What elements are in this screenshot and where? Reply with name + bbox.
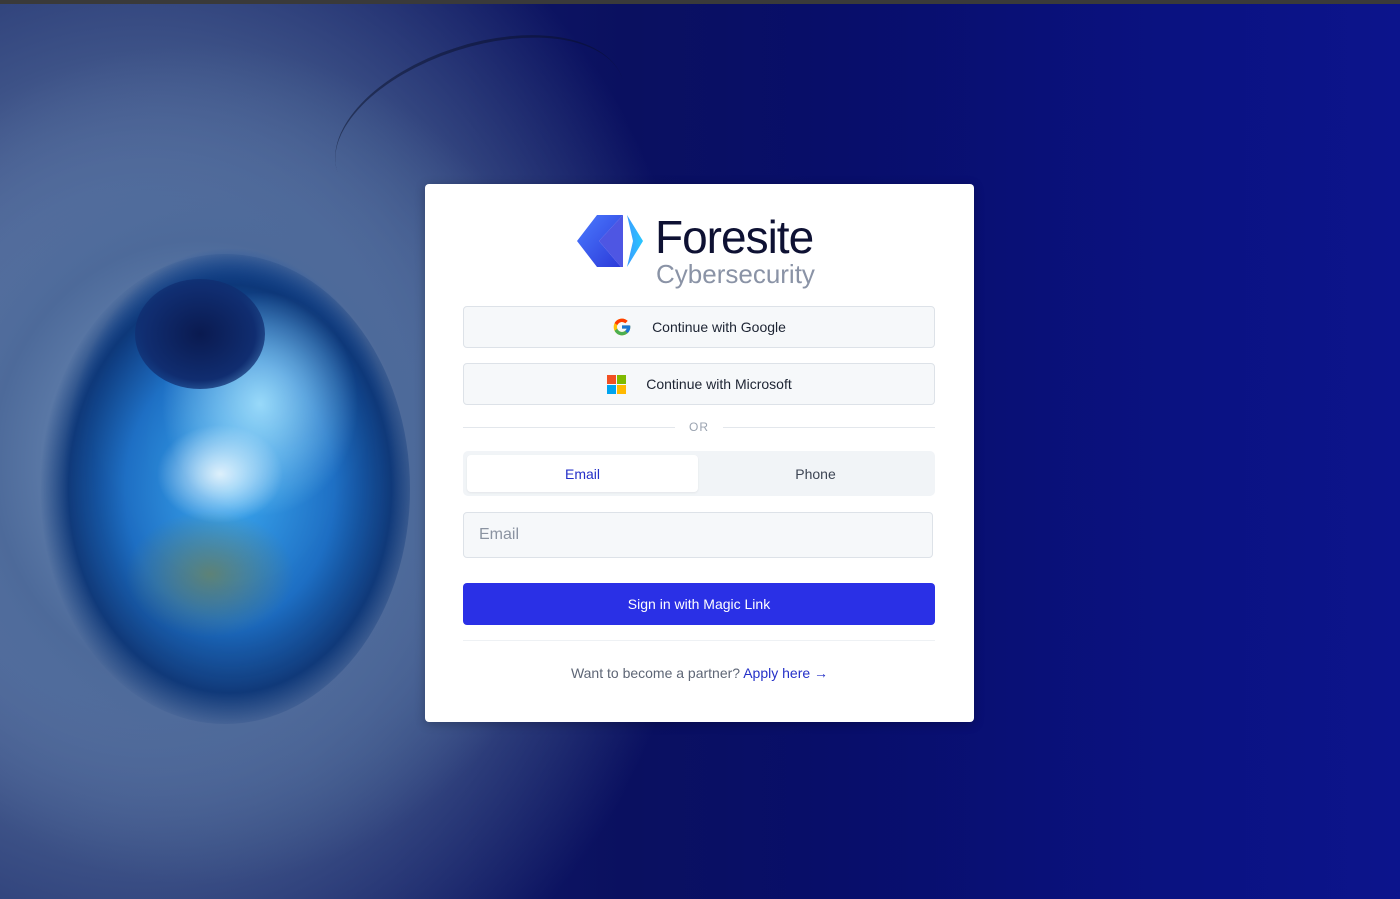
continue-with-microsoft-button[interactable]: Continue with Microsoft [463, 363, 935, 405]
brand-name: Foresite [655, 211, 814, 263]
brand-logo: Foresite Cybersecurity [577, 211, 827, 293]
microsoft-icon [606, 374, 626, 394]
microsoft-button-label: Continue with Microsoft [646, 376, 792, 392]
divider-or-label: OR [675, 419, 723, 435]
brand-tagline: Cybersecurity [656, 259, 815, 289]
google-icon [612, 317, 632, 337]
continue-with-google-button[interactable]: Continue with Google [463, 306, 935, 348]
tab-phone[interactable]: Phone [700, 455, 931, 492]
sign-in-magic-link-button[interactable]: Sign in with Magic Link [463, 583, 935, 625]
partner-prompt-text: Want to become a partner? [570, 665, 741, 681]
login-card: Foresite Cybersecurity Continue with Goo… [425, 184, 974, 722]
eye-pupil-image [135, 279, 265, 389]
email-field[interactable] [463, 512, 933, 558]
tab-email[interactable]: Email [467, 455, 698, 492]
foresite-logo-mark-icon [577, 215, 643, 267]
partner-prompt: Want to become a partner? Apply here → [425, 664, 974, 682]
footer-divider [463, 640, 935, 641]
login-method-tabs: Email Phone [463, 451, 935, 496]
google-button-label: Continue with Google [652, 319, 786, 335]
apply-here-link[interactable]: Apply here → [743, 665, 828, 681]
